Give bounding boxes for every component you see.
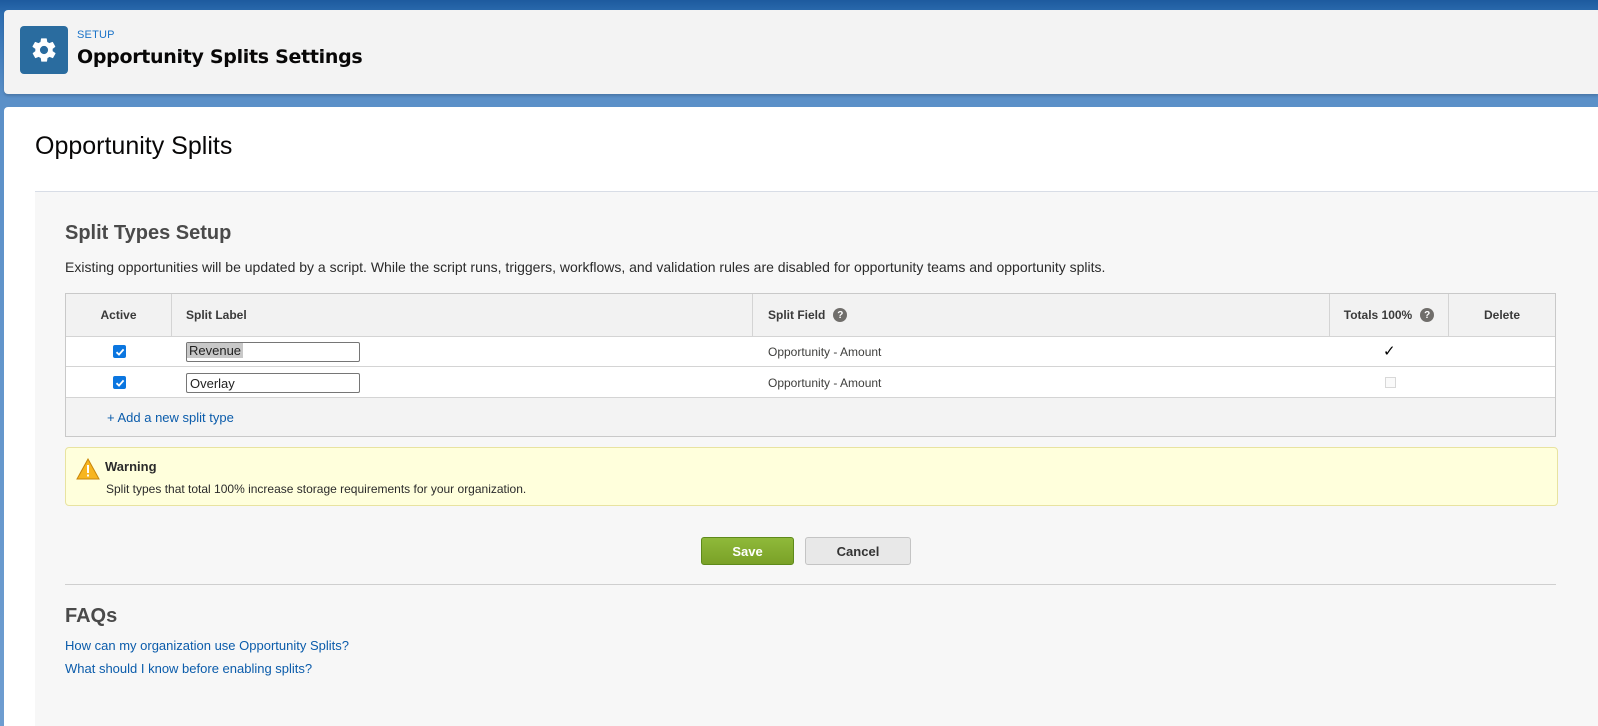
page-header-title: Opportunity Splits Settings bbox=[77, 46, 363, 68]
column-header-split-field: Split Field ? bbox=[753, 294, 1330, 336]
checkmark-icon bbox=[115, 379, 124, 387]
setup-header: SETUP Opportunity Splits Settings bbox=[4, 10, 1598, 94]
main-content: Opportunity Splits Split Types Setup Exi… bbox=[4, 107, 1598, 726]
table-header-row: Active Split Label Split Field ? Totals … bbox=[66, 294, 1555, 337]
warning-icon bbox=[76, 458, 100, 480]
split-field-value: Opportunity - Amount bbox=[768, 376, 882, 390]
split-types-table: Active Split Label Split Field ? Totals … bbox=[65, 293, 1556, 437]
split-label-value: Revenue bbox=[187, 343, 244, 358]
warning-message: Warning Split types that total 100% incr… bbox=[65, 447, 1558, 506]
header-eyebrow: SETUP bbox=[77, 29, 115, 41]
column-header-split-label: Split Label bbox=[172, 294, 753, 336]
column-header-delete: Delete bbox=[1449, 294, 1555, 336]
column-header-label: Totals 100% bbox=[1343, 308, 1413, 322]
active-checkbox[interactable] bbox=[113, 376, 126, 389]
add-split-row: + Add a new split type bbox=[66, 398, 1555, 436]
column-header-label: Split Field bbox=[768, 308, 826, 322]
help-icon[interactable]: ? bbox=[833, 308, 848, 322]
totals-checked-icon[interactable]: ✓ bbox=[1383, 342, 1396, 360]
column-header-active: Active bbox=[66, 294, 172, 336]
column-header-totals: Totals 100% ? bbox=[1330, 294, 1449, 336]
faq-link-before-enabling[interactable]: What should I know before enabling split… bbox=[65, 661, 312, 676]
section-description: Existing opportunities will be updated b… bbox=[65, 259, 1106, 275]
save-button[interactable]: Save bbox=[701, 537, 794, 565]
warning-title: Warning bbox=[105, 459, 157, 474]
add-split-type-link[interactable]: + Add a new split type bbox=[107, 410, 234, 425]
page-title: Opportunity Splits bbox=[35, 132, 233, 160]
split-label-input[interactable] bbox=[186, 373, 360, 393]
table-row: Revenue Opportunity - Amount ✓ bbox=[66, 337, 1555, 367]
split-settings-panel: Split Types Setup Existing opportunities… bbox=[35, 191, 1598, 726]
table-row: Opportunity - Amount bbox=[66, 368, 1555, 398]
totals-checkbox-disabled bbox=[1385, 377, 1396, 388]
faq-title: FAQs bbox=[65, 605, 118, 627]
column-header-label: Delete bbox=[1483, 308, 1521, 322]
faq-link-use-splits[interactable]: How can my organization use Opportunity … bbox=[65, 638, 349, 653]
gear-icon bbox=[20, 26, 68, 74]
column-header-label: Split Label bbox=[186, 308, 247, 322]
warning-text: Split types that total 100% increase sto… bbox=[106, 482, 527, 496]
help-icon[interactable]: ? bbox=[1420, 308, 1435, 322]
column-header-label: Active bbox=[100, 308, 137, 322]
checkmark-icon bbox=[115, 348, 124, 356]
split-field-value: Opportunity - Amount bbox=[768, 345, 882, 359]
section-title-split-types: Split Types Setup bbox=[65, 222, 232, 244]
section-divider bbox=[65, 584, 1556, 585]
split-label-input[interactable]: Revenue bbox=[186, 342, 360, 362]
cancel-button[interactable]: Cancel bbox=[805, 537, 911, 565]
active-checkbox[interactable] bbox=[113, 345, 126, 358]
